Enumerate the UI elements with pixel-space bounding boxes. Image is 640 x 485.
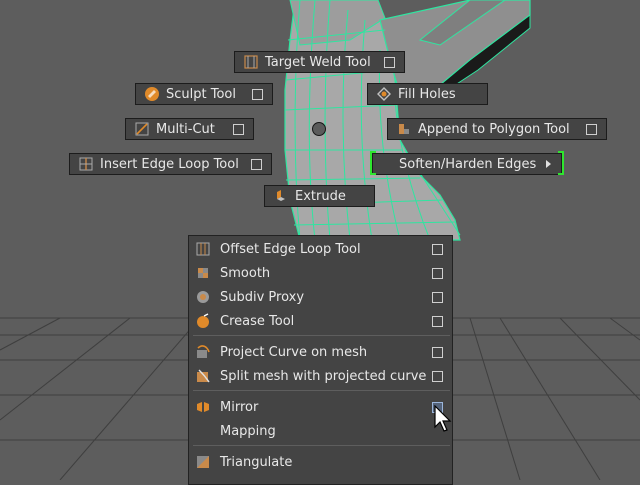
menu-item-label: Split mesh with projected curve	[220, 368, 427, 384]
menu-item-mapping[interactable]: Mapping	[189, 419, 452, 443]
subdiv-proxy-icon	[197, 291, 209, 303]
split-mesh-option-box[interactable]	[432, 370, 443, 382]
menu-item-project-curve[interactable]: Project Curve on mesh	[189, 340, 452, 364]
split-mesh-icon	[197, 369, 210, 383]
multi-cut-label: Multi-Cut	[156, 121, 215, 137]
menu-item-label: Smooth	[220, 265, 271, 281]
menu-item-label: Triangulate	[220, 454, 293, 470]
menu-item-offset-edge-loop[interactable]: Offset Edge Loop Tool	[189, 237, 452, 261]
mouse-cursor-icon	[434, 405, 452, 432]
menu-item-triangulate[interactable]: Triangulate	[189, 450, 452, 474]
marking-append-to-polygon-tool[interactable]: Append to Polygon Tool	[387, 118, 607, 140]
submenu-arrow-icon	[546, 160, 551, 168]
marking-multi-cut[interactable]: Multi-Cut	[125, 118, 254, 140]
menu-item-label: Offset Edge Loop Tool	[220, 241, 361, 257]
menu-separator	[193, 335, 450, 336]
menu-item-mirror[interactable]: Mirror	[189, 395, 452, 419]
marking-fill-holes[interactable]: Fill Holes	[367, 83, 488, 105]
menu-separator	[193, 445, 450, 446]
target-weld-icon	[244, 55, 258, 69]
highlight-bracket-left	[370, 151, 376, 175]
marking-sculpt-tool[interactable]: Sculpt Tool	[135, 83, 273, 105]
marking-extrude[interactable]: Extrude	[264, 185, 375, 207]
append-polygon-option-box[interactable]	[586, 123, 597, 135]
offset-edge-loop-option-box[interactable]	[432, 243, 443, 255]
overflow-menu: Offset Edge Loop Tool Smooth Subdiv Prox…	[188, 235, 453, 485]
project-curve-option-box[interactable]	[432, 346, 443, 358]
append-polygon-icon	[399, 124, 409, 134]
marking-menu-center	[312, 122, 326, 136]
smooth-icon	[198, 268, 208, 278]
menu-item-label: Mirror	[220, 399, 259, 415]
triangulate-icon	[197, 456, 209, 468]
mirror-icon	[197, 402, 209, 412]
menu-item-smooth[interactable]: Smooth	[189, 261, 452, 285]
menu-separator	[193, 390, 450, 391]
sculpt-label: Sculpt Tool	[166, 86, 236, 102]
multi-cut-icon	[135, 122, 149, 136]
menu-item-label: Subdiv Proxy	[220, 289, 305, 305]
marking-insert-edge-loop-tool[interactable]: Insert Edge Loop Tool	[69, 153, 272, 175]
subdiv-proxy-option-box[interactable]	[432, 291, 443, 303]
fill-holes-label: Fill Holes	[398, 86, 456, 102]
menu-item-label: Mapping	[220, 423, 276, 439]
mapping-icon-spacer	[195, 423, 211, 439]
sculpt-option-box[interactable]	[252, 88, 263, 100]
insert-edge-loop-label: Insert Edge Loop Tool	[100, 156, 239, 172]
target-weld-label: Target Weld Tool	[265, 54, 371, 70]
menu-item-subdiv-proxy[interactable]: Subdiv Proxy	[189, 285, 452, 309]
insert-edge-loop-icon	[79, 157, 93, 171]
extrude-label: Extrude	[295, 188, 346, 204]
marking-target-weld-tool[interactable]: Target Weld Tool	[234, 51, 405, 73]
fill-holes-icon	[377, 87, 391, 101]
target-weld-option-box[interactable]	[384, 56, 395, 68]
offset-edge-loop-icon	[196, 242, 210, 256]
menu-item-label: Project Curve on mesh	[220, 344, 368, 360]
crease-icon	[197, 313, 209, 328]
highlight-bracket-right	[558, 151, 564, 175]
append-polygon-label: Append to Polygon Tool	[418, 121, 570, 137]
marking-soften-harden-edges[interactable]: Soften/Harden Edges	[370, 151, 564, 175]
crease-option-box[interactable]	[432, 315, 443, 327]
menu-item-split-mesh[interactable]: Split mesh with projected curve	[189, 364, 452, 388]
multi-cut-option-box[interactable]	[233, 123, 244, 135]
insert-edge-loop-option-box[interactable]	[251, 158, 262, 170]
menu-item-label: Crease Tool	[220, 313, 295, 329]
sculpt-icon	[145, 87, 159, 101]
smooth-option-box[interactable]	[432, 267, 443, 279]
menu-item-crease-tool[interactable]: Crease Tool	[189, 309, 452, 333]
extrude-icon	[277, 190, 285, 201]
project-curve-icon	[197, 345, 210, 358]
soften-harden-label: Soften/Harden Edges	[399, 156, 537, 172]
